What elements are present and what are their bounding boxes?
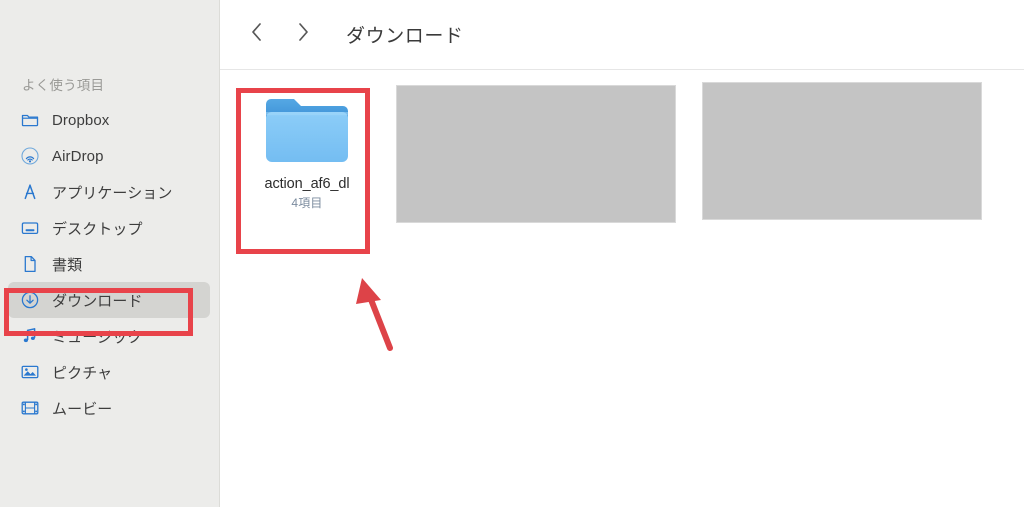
- finder-window: よく使う項目 Dropbox AirDrop アプリケーション デスクトップ 書…: [0, 0, 1024, 507]
- sidebar-item-label: Dropbox: [52, 111, 110, 129]
- main-area: ダウンロード action_af6_dl 4項目: [220, 0, 1024, 507]
- sidebar-item-downloads[interactable]: ダウンロード: [8, 282, 210, 318]
- chevron-left-icon: [248, 21, 266, 48]
- sidebar-item-label: デスクトップ: [52, 220, 143, 238]
- sidebar-item-list: Dropbox AirDrop アプリケーション デスクトップ 書類 ダウンロー…: [0, 102, 220, 426]
- file-item-folder[interactable]: action_af6_dl 4項目: [244, 94, 370, 211]
- music-note-icon: [20, 326, 40, 346]
- sidebar-item-label: ムービー: [52, 400, 113, 418]
- airdrop-icon: [20, 146, 40, 166]
- sidebar-item-label: 書類: [52, 256, 83, 274]
- picture-icon: [20, 362, 40, 382]
- sidebar-item-label: ピクチャ: [52, 364, 113, 382]
- sidebar-item-desktop[interactable]: デスクトップ: [8, 210, 210, 246]
- sidebar-item-label: ミュージック: [52, 328, 143, 346]
- folder-item-count: 4項目: [291, 196, 323, 210]
- sidebar-section-title: よく使う項目: [22, 78, 105, 93]
- desktop-icon: [20, 218, 40, 238]
- folder-outline-icon: [20, 110, 40, 130]
- redacted-item-1[interactable]: [396, 85, 676, 223]
- sidebar-item-pictures[interactable]: ピクチャ: [8, 354, 210, 390]
- forward-button[interactable]: [286, 18, 320, 52]
- sidebar-item-airdrop[interactable]: AirDrop: [8, 138, 210, 174]
- folder-name-label: action_af6_dl: [264, 176, 350, 192]
- file-grid: action_af6_dl 4項目: [220, 70, 1024, 506]
- sidebar-item-label: アプリケーション: [52, 184, 173, 202]
- page-title: ダウンロード: [346, 26, 464, 47]
- sidebar-item-documents[interactable]: 書類: [8, 246, 210, 282]
- sidebar-item-movies[interactable]: ムービー: [8, 390, 210, 426]
- sidebar-item-applications[interactable]: アプリケーション: [8, 174, 210, 210]
- toolbar: ダウンロード: [220, 0, 1024, 70]
- document-icon: [20, 254, 40, 274]
- folder-icon: [261, 94, 353, 168]
- sidebar-item-music[interactable]: ミュージック: [8, 318, 210, 354]
- back-button[interactable]: [240, 18, 274, 52]
- sidebar-item-label: AirDrop: [52, 147, 104, 165]
- chevron-right-icon: [294, 21, 312, 48]
- applications-icon: [20, 182, 40, 202]
- sidebar: よく使う項目 Dropbox AirDrop アプリケーション デスクトップ 書…: [0, 0, 220, 507]
- download-icon: [20, 290, 40, 310]
- sidebar-item-dropbox[interactable]: Dropbox: [8, 102, 210, 138]
- sidebar-item-label: ダウンロード: [52, 292, 143, 310]
- redacted-item-2[interactable]: [702, 82, 982, 220]
- movie-icon: [20, 398, 40, 418]
